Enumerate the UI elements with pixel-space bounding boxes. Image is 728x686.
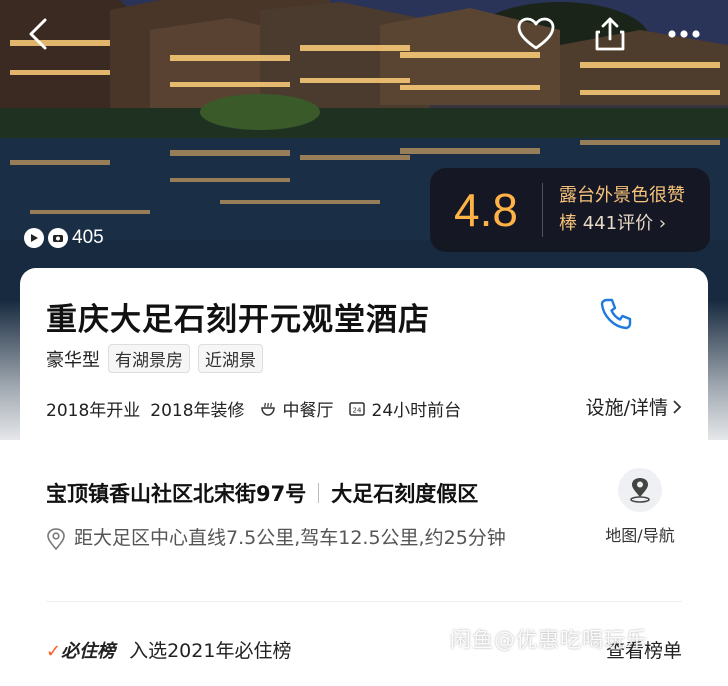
must-stay-entry[interactable]: ✓必住榜 入选2021年必住榜 (46, 636, 291, 663)
share-button[interactable] (590, 14, 630, 54)
distance-text: 距大足区中心直线7.5公里,驾车12.5公里,约25分钟 (74, 527, 506, 549)
chevron-right-icon (673, 399, 682, 414)
phone-icon (600, 298, 632, 330)
street-address: 宝顶镇香山社区北宋街97号 (46, 482, 307, 506)
opened-year: 2018年开业 (46, 401, 141, 421)
play-icon (24, 228, 44, 248)
front-desk-icon: 24 (348, 400, 366, 418)
hotel-name: 重庆大足石刻开元观堂酒店 (46, 302, 430, 338)
map-navigation-label: 地图/导航 (605, 526, 675, 545)
favorite-button[interactable] (516, 14, 556, 54)
watermark: 闲鱼@优惠吃喝玩乐 (450, 628, 648, 652)
review-count: 441评价 (582, 213, 654, 234)
share-icon (595, 17, 625, 51)
facilities-row[interactable]: 2018年开业 2018年装修 中餐厅 24 24小时前台 (46, 396, 461, 421)
facilities-detail-label: 设施/详情 (585, 397, 668, 419)
tag-lake-view-room: 有湖景房 (108, 344, 190, 373)
photo-count-value: 405 (72, 227, 104, 248)
camera-icon (48, 228, 68, 248)
hotel-address[interactable]: 宝顶镇香山社区北宋街97号 大足石刻度假区 (46, 478, 478, 508)
rating-card[interactable]: 4.8 露台外景色很赞 棒 441评价 › (430, 168, 710, 252)
rating-highlight: 露台外景色很赞 (559, 185, 685, 206)
address-separator (318, 483, 320, 503)
facilities-detail-link[interactable]: 设施/详情 (586, 393, 682, 420)
resort-area: 大足石刻度假区 (331, 482, 479, 506)
hotel-tags: 豪华型 有湖景房 近湖景 (46, 344, 263, 373)
restaurant-label: 中餐厅 (282, 401, 334, 421)
must-stay-text: 入选2021年必住榜 (129, 640, 292, 662)
more-button[interactable] (664, 14, 704, 54)
map-icon-wrapper (618, 468, 662, 512)
map-navigation-button[interactable]: 地图/导航 (594, 468, 686, 546)
heart-icon (517, 17, 555, 50)
photo-count[interactable]: 405 (24, 224, 104, 252)
location-pin-icon (47, 528, 65, 550)
tag-near-lake: 近湖景 (198, 344, 263, 373)
renovated-year: 2018年装修 (150, 401, 245, 421)
back-arrow-icon (29, 18, 47, 50)
must-stay-logo: ✓必住榜 (46, 640, 116, 662)
restaurant-icon (259, 400, 277, 418)
svg-text:24: 24 (352, 406, 361, 414)
distance-info: 距大足区中心直线7.5公里,驾车12.5公里,约25分钟 (46, 524, 576, 553)
rating-highlight-tail: 棒 (559, 213, 577, 234)
section-divider (46, 601, 682, 602)
chevron-right-icon: › (658, 213, 667, 234)
hotel-type: 豪华型 (46, 349, 100, 371)
front-desk-label: 24小时前台 (371, 401, 462, 421)
back-button[interactable] (18, 14, 58, 54)
map-pin-icon (630, 478, 650, 503)
phone-button[interactable] (596, 294, 636, 334)
rating-score: 4.8 (454, 184, 518, 236)
more-dots-icon (668, 30, 700, 38)
